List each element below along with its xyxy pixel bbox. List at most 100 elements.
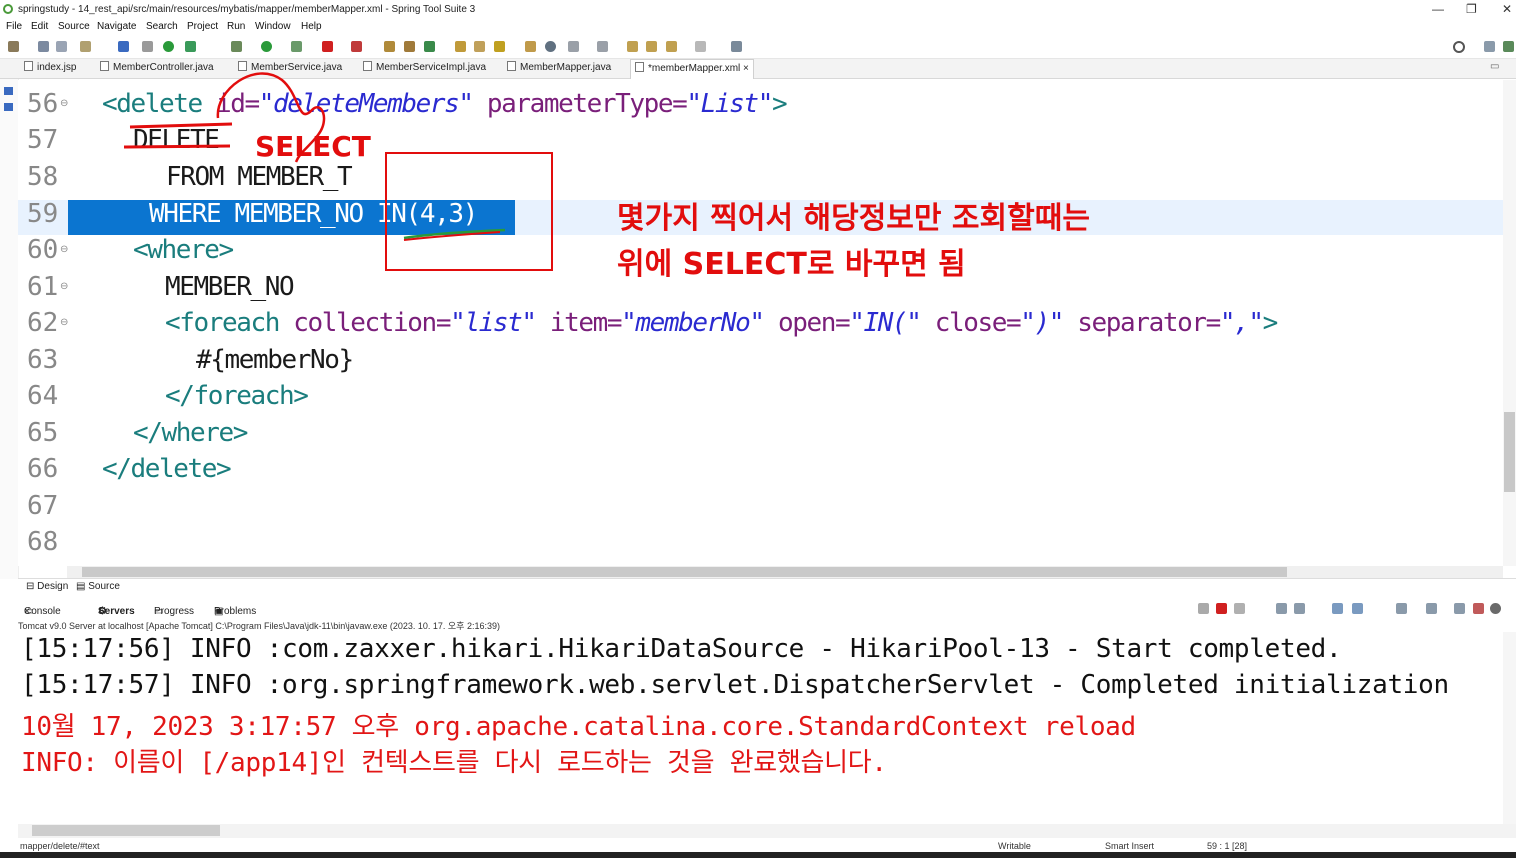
search-icon[interactable] <box>1453 41 1465 53</box>
code-line-66: </delete> <box>102 454 232 484</box>
minimize-button[interactable]: — <box>1432 2 1444 16</box>
console-horizontal-scroll-thumb[interactable] <box>32 825 220 836</box>
server-process-label: Tomcat v9.0 Server at localhost [Apache … <box>18 621 500 631</box>
menu-navigate[interactable]: Navigate <box>97 21 136 32</box>
restore-button[interactable]: ❐ <box>1466 2 1477 16</box>
minimize-editor-icon[interactable]: ▭ <box>1490 61 1499 72</box>
menu-file[interactable]: File <box>6 21 22 32</box>
menu-edit[interactable]: Edit <box>31 21 48 32</box>
tab-problems-label: Problems <box>214 606 257 617</box>
next-annotation-icon[interactable] <box>597 41 608 52</box>
menu-source[interactable]: Source <box>58 21 90 32</box>
globe-icon[interactable] <box>545 41 556 52</box>
debug-console-icon[interactable] <box>1473 603 1484 614</box>
line-number: 66 <box>27 454 59 484</box>
coverage-icon[interactable] <box>291 41 302 52</box>
open-console-icon[interactable] <box>1426 603 1437 614</box>
editor-vertical-scrollbar[interactable] <box>1503 80 1516 566</box>
forward-icon[interactable] <box>695 41 706 52</box>
menu-project[interactable]: Project <box>187 21 218 32</box>
stop-console-icon[interactable] <box>1198 603 1209 614</box>
close-window-button[interactable]: ✕ <box>1502 2 1512 16</box>
outline-icon[interactable] <box>4 103 13 111</box>
status-writable: Writable <box>998 841 1031 851</box>
tab-memberservice[interactable]: MemberService.java <box>238 61 342 77</box>
code-line-62: <foreach collection="list" item="memberN… <box>165 308 1278 338</box>
tab-membercontroller[interactable]: MemberController.java <box>100 61 214 77</box>
menu-search[interactable]: Search <box>146 21 178 32</box>
menu-run[interactable]: Run <box>227 21 245 32</box>
tab-servers-label: Servers <box>98 606 135 617</box>
close-tab-icon[interactable]: × <box>743 63 749 74</box>
code-editor[interactable]: 56 57 58 59 60 61 62 63 64 65 66 67 68 ⊖… <box>18 80 1503 566</box>
spring-perspective-icon[interactable] <box>1503 41 1514 52</box>
pin-editor-icon[interactable] <box>731 41 742 52</box>
new-server-icon[interactable] <box>384 41 395 52</box>
close-console-icon[interactable]: × <box>24 606 30 617</box>
annotation-note-line2: 위에 SELECT로 바꾸면 됨 <box>617 247 966 282</box>
fold-toggle-icon[interactable]: ⊖ <box>60 281 68 292</box>
display-console-icon[interactable] <box>1396 603 1407 614</box>
editor-horizontal-scroll-thumb[interactable] <box>82 567 1287 577</box>
terminate-icon[interactable] <box>1216 603 1227 614</box>
save-all-icon[interactable] <box>56 41 67 52</box>
clear-console-icon[interactable] <box>1276 603 1287 614</box>
save-icon[interactable] <box>38 41 49 52</box>
annotation-note-line1: 몇가지 찍어서 해당정보만 조회할때는 <box>617 201 1090 236</box>
debug-icon[interactable] <box>231 41 242 52</box>
spring-icon[interactable] <box>404 41 415 52</box>
last-edit-icon[interactable] <box>627 41 638 52</box>
new-icon[interactable] <box>8 41 19 52</box>
perspective-icon[interactable] <box>1484 41 1495 52</box>
scroll-lock-icon[interactable] <box>1294 603 1305 614</box>
console-vertical-scrollbar[interactable] <box>1503 632 1516 824</box>
settings-icon[interactable] <box>1490 603 1501 614</box>
code-line-58: FROM MEMBER_T <box>166 162 353 192</box>
taskbar-edge <box>0 852 1516 858</box>
annotation-select: SELECT <box>255 130 371 163</box>
show-on-output-icon[interactable] <box>1332 603 1343 614</box>
tab-index-jsp[interactable]: index.jsp <box>24 61 76 77</box>
menu-window[interactable]: Window <box>255 21 291 32</box>
show-on-error-icon[interactable] <box>1352 603 1363 614</box>
tab-label: MemberMapper.java <box>520 62 612 73</box>
print-icon[interactable] <box>80 41 91 52</box>
console-line: INFO: 이름이 [/app14]인 컨텍스트를 다시 로드하는 것을 완료했… <box>21 748 887 778</box>
open-task-icon[interactable] <box>474 41 485 52</box>
menu-help[interactable]: Help <box>301 21 322 32</box>
terminal-icon[interactable] <box>118 41 129 52</box>
design-icon: ⊟ <box>26 581 38 592</box>
console-horizontal-scrollbar[interactable] <box>18 824 1516 838</box>
package-explorer-icon[interactable] <box>4 87 13 95</box>
pin-console-icon[interactable] <box>1454 603 1465 614</box>
fold-toggle-icon[interactable]: ⊖ <box>60 98 68 109</box>
tab-design-label: Design <box>37 581 69 592</box>
folder-icon[interactable] <box>525 41 536 52</box>
line-number: 61 <box>27 272 59 302</box>
remove-launch-icon[interactable] <box>1234 603 1245 614</box>
open-type-icon[interactable] <box>455 41 466 52</box>
skip-breakpoints-icon[interactable] <box>142 41 153 52</box>
line-number: 62 <box>27 308 59 338</box>
tab-label: MemberService.java <box>251 62 343 73</box>
start-server-icon[interactable] <box>163 41 174 52</box>
fold-toggle-icon[interactable]: ⊖ <box>60 244 68 255</box>
refresh-icon[interactable] <box>185 41 196 52</box>
tab-source[interactable]: ▤ Source <box>76 581 120 592</box>
editor-vertical-scroll-thumb[interactable] <box>1504 412 1515 492</box>
tab-membermapper-java[interactable]: MemberMapper.java <box>507 61 611 77</box>
annotation-icon[interactable] <box>568 41 579 52</box>
external-tools-icon[interactable] <box>351 41 362 52</box>
back-nav-icon[interactable] <box>646 41 657 52</box>
search-tool-icon[interactable] <box>494 41 505 52</box>
fold-toggle-icon[interactable]: ⊖ <box>60 317 68 328</box>
status-path: mapper/delete/#text <box>20 841 100 851</box>
tab-membermapper-xml[interactable]: *memberMapper.xml × <box>630 59 754 79</box>
console-output[interactable]: [15:17:56] INFO :com.zaxxer.hikari.Hikar… <box>18 632 1503 824</box>
tab-memberserviceimpl[interactable]: MemberServiceImpl.java <box>363 61 486 77</box>
back-icon[interactable] <box>666 41 677 52</box>
tab-design[interactable]: ⊟ Design <box>26 581 68 592</box>
new-class-icon[interactable] <box>424 41 435 52</box>
run-icon[interactable] <box>261 41 272 52</box>
stop-icon[interactable] <box>322 41 333 52</box>
